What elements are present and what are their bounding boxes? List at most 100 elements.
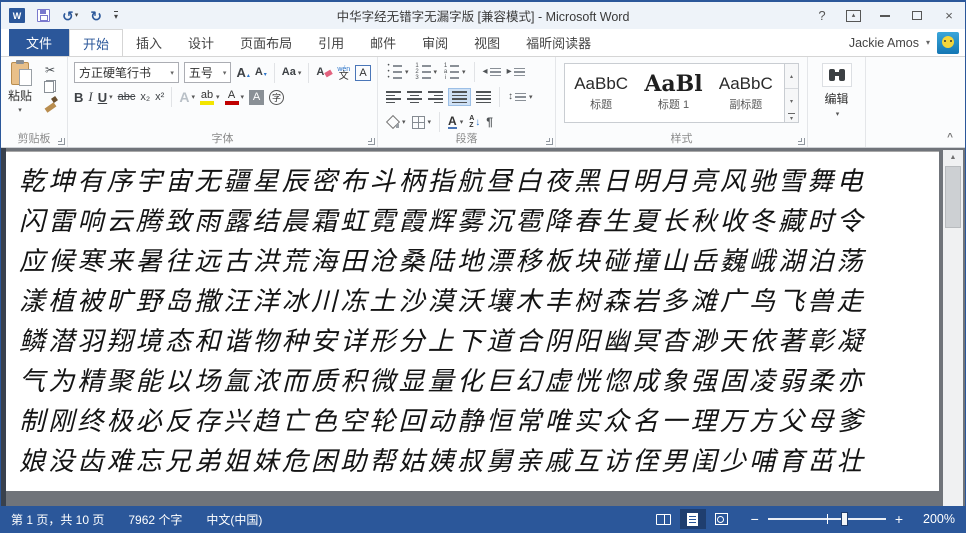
tab-review[interactable]: 审阅 — [409, 29, 461, 56]
borders-grid-icon — [412, 116, 425, 129]
justify-button[interactable] — [448, 88, 471, 106]
tab-foxit-reader[interactable]: 福昕阅读器 — [513, 29, 604, 56]
tab-view[interactable]: 视图 — [461, 29, 513, 56]
print-layout-button[interactable] — [680, 509, 706, 529]
font-color-button[interactable]: A▾ — [225, 90, 245, 105]
tab-insert[interactable]: 插入 — [123, 29, 175, 56]
bullets-icon: • • • — [386, 64, 402, 80]
asian-layout-button[interactable]: A▾ — [448, 115, 463, 129]
show-hide-marks-button[interactable]: ¶ — [486, 115, 493, 129]
character-shading-button[interactable]: A — [249, 90, 264, 105]
ribbon: 粘贴 ▾ ✂ 剪贴板 方正硬笔行书▾ 五号▾ A▴ A▾ Aa▾ A — [1, 56, 965, 148]
editing-label: 编辑 — [824, 90, 848, 107]
text-highlight-button[interactable]: ab▾ — [200, 90, 220, 105]
page-number-status[interactable]: 第 1 页，共 10 页 — [11, 511, 104, 528]
align-left-button[interactable] — [386, 91, 401, 103]
cut-button[interactable]: ✂ — [45, 64, 55, 76]
font-dialog-launcher[interactable] — [368, 138, 375, 145]
ribbon-display-options-button[interactable]: ▴ — [846, 10, 861, 22]
text-highlight-icon: ab — [200, 90, 214, 105]
align-center-button[interactable] — [407, 91, 422, 103]
zoom-out-button[interactable]: − — [751, 512, 759, 526]
sort-button[interactable]: AZ↓ — [469, 115, 480, 129]
read-mode-button[interactable] — [651, 509, 677, 529]
sort-az-icon: AZ — [469, 115, 474, 129]
underline-button[interactable]: U▾ — [98, 90, 113, 105]
zoom-slider-thumb[interactable] — [841, 512, 848, 526]
tab-home[interactable]: 开始 — [69, 29, 123, 56]
close-button[interactable]: × — [941, 8, 957, 24]
word-count-status[interactable]: 7962 个字 — [128, 511, 182, 528]
line-spacing-button[interactable]: ↕▾ — [508, 92, 533, 102]
tab-mailings[interactable]: 邮件 — [357, 29, 409, 56]
styles-scroll-down-button[interactable]: ▾ — [785, 88, 798, 113]
find-button[interactable] — [822, 63, 852, 87]
clipboard-dialog-launcher[interactable] — [58, 138, 65, 145]
change-case-button[interactable]: Aa▾ — [282, 67, 302, 78]
help-button[interactable]: ? — [814, 8, 830, 24]
customize-qat-button[interactable]: ▾ — [114, 11, 118, 20]
paste-button[interactable]: 粘贴 ▾ — [3, 60, 37, 131]
save-button[interactable] — [37, 9, 50, 22]
styles-more-button[interactable]: ▾ — [788, 113, 795, 122]
styles-scroll-up-button[interactable]: ▴ — [785, 64, 798, 88]
redo-button[interactable]: ↻ — [90, 9, 102, 23]
distribute-button[interactable] — [476, 91, 491, 103]
character-border-icon: A — [359, 67, 366, 79]
user-dropdown-icon: ▾ — [926, 38, 930, 47]
copy-button[interactable] — [44, 80, 56, 93]
font-size-combobox[interactable]: 五号▾ — [184, 62, 232, 83]
zoom-in-button[interactable]: + — [895, 512, 903, 526]
superscript-button[interactable]: x² — [155, 91, 164, 103]
clear-formatting-button[interactable]: A — [316, 67, 332, 78]
styles-dialog-launcher[interactable] — [798, 138, 805, 145]
phonetic-guide-button[interactable]: wén文 — [337, 66, 350, 80]
grow-font-button[interactable]: A▴ — [236, 66, 249, 79]
align-right-button[interactable] — [428, 91, 443, 103]
language-status[interactable]: 中文(中国) — [206, 511, 262, 528]
shrink-font-button[interactable]: A▾ — [255, 67, 267, 78]
scroll-up-icon[interactable]: ▲ — [943, 150, 963, 161]
paragraph-group: • • • ▾ 1 2 3 ▾ 1 a i — [377, 57, 555, 147]
increase-indent-button[interactable]: ▸ — [507, 67, 525, 77]
undo-button[interactable]: ↺▾ — [62, 9, 78, 23]
strikethrough-button[interactable]: abc — [118, 91, 136, 103]
enclose-characters-button[interactable]: 字 — [269, 90, 284, 105]
scrollbar-thumb[interactable] — [945, 166, 961, 228]
decrease-indent-button[interactable]: ◂ — [483, 67, 501, 77]
user-avatar[interactable] — [937, 32, 959, 54]
document-page[interactable]: 乾坤有序宇宙无疆星辰密布斗柄指航昼白夜黑日明月亮风驰雪舞电 闪雷响云腾致雨露结晨… — [6, 151, 939, 491]
account-area[interactable]: Jackie Amos ▾ — [849, 29, 965, 56]
zoom-level[interactable]: 200% — [919, 512, 955, 526]
tab-references[interactable]: 引用 — [305, 29, 357, 56]
style-heading1[interactable]: AaBl标题 1 — [637, 64, 709, 122]
styles-gallery: AaBbC标题 AaBl标题 1 AaBbC副标题 ▴ ▾ ▾ — [564, 63, 799, 123]
shading-button[interactable]: ▾ — [386, 116, 406, 128]
borders-button[interactable]: ▾ — [412, 116, 432, 129]
zoom-slider[interactable] — [768, 518, 886, 520]
bold-button[interactable]: B — [74, 90, 83, 105]
zoom-controls: − + — [751, 512, 903, 526]
style-subtitle[interactable]: AaBbC副标题 — [710, 64, 782, 122]
character-shading-icon: A — [253, 91, 260, 103]
format-painter-button[interactable] — [44, 97, 57, 110]
paragraph-dialog-launcher[interactable] — [546, 138, 553, 145]
web-layout-button[interactable] — [709, 509, 735, 529]
vertical-scrollbar[interactable]: ▲ — [943, 150, 963, 506]
style-title[interactable]: AaBbC标题 — [565, 64, 637, 122]
tab-design[interactable]: 设计 — [175, 29, 227, 56]
character-border-button[interactable]: A — [355, 65, 371, 81]
subscript-button[interactable]: x₂ — [140, 91, 150, 103]
italic-button[interactable]: I — [88, 89, 92, 105]
font-name-combobox[interactable]: 方正硬笔行书▾ — [74, 62, 179, 83]
bullets-button[interactable]: • • • ▾ — [386, 64, 409, 80]
collapse-ribbon-button[interactable]: ^ — [947, 132, 953, 143]
highlight-color-bar — [200, 101, 214, 105]
tab-page-layout[interactable]: 页面布局 — [227, 29, 305, 56]
maximize-button[interactable] — [909, 8, 925, 24]
multilevel-list-button[interactable]: 1 a i ▾ — [443, 64, 466, 80]
minimize-button[interactable] — [877, 8, 893, 24]
numbering-button[interactable]: 1 2 3 ▾ — [415, 64, 438, 80]
tab-file[interactable]: 文件 — [9, 29, 69, 56]
text-effects-button[interactable]: A▾ — [179, 89, 195, 105]
